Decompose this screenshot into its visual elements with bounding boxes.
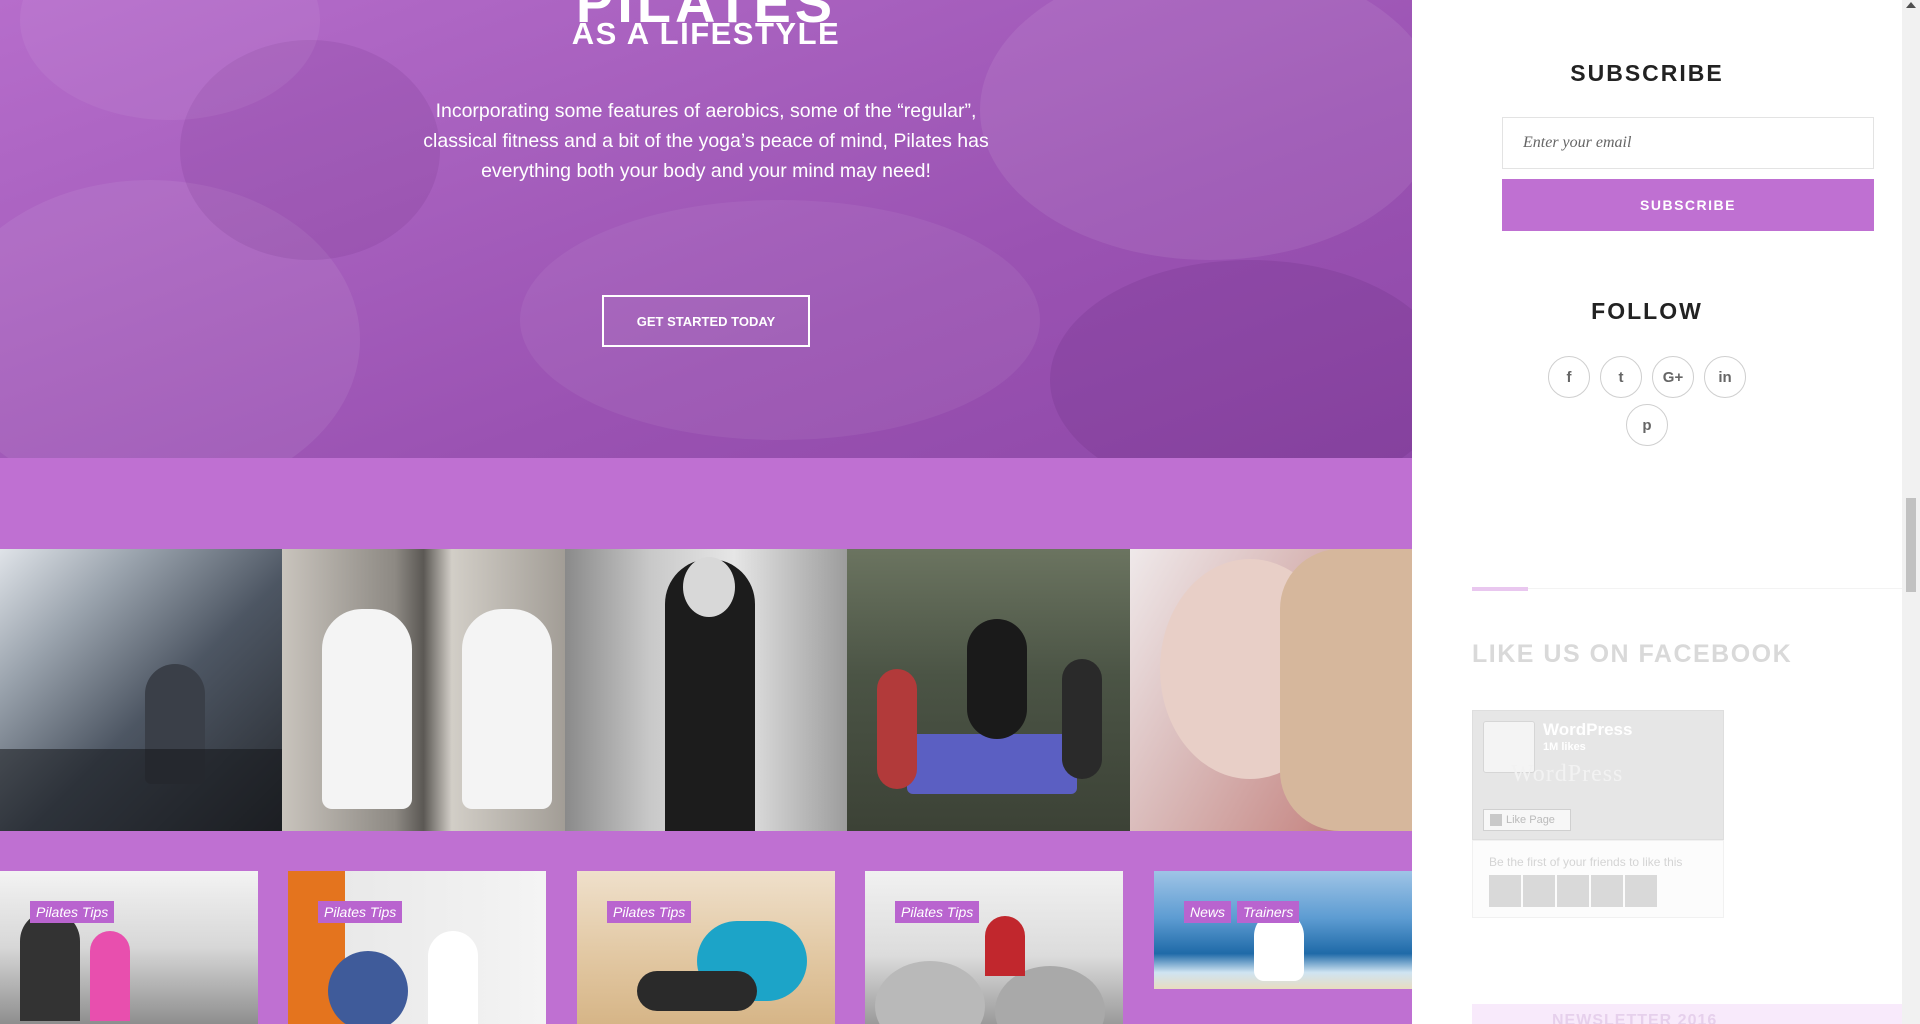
facebook-page-name[interactable]: WordPress (1543, 720, 1632, 740)
hero-background-shape (1050, 260, 1412, 458)
next-widget-title: NEWSLETTER 2016 (1552, 1012, 1718, 1024)
instagram-photo[interactable] (847, 549, 1130, 831)
vertical-scrollbar[interactable] (1902, 0, 1920, 1024)
instagram-photo[interactable] (282, 549, 565, 831)
post-categories: Pilates Tips (318, 901, 403, 923)
photo-figure (637, 971, 757, 1011)
photo-table (907, 734, 1078, 794)
photo-figure (967, 619, 1028, 739)
subscribe-button[interactable]: SUBSCRIBE (1502, 179, 1874, 231)
post-card[interactable]: Pilates Tips (0, 871, 258, 1024)
category-badge[interactable]: Pilates Tips (895, 901, 980, 923)
category-badge[interactable]: Pilates Tips (30, 901, 115, 923)
photo-ball (328, 951, 408, 1024)
category-badge[interactable]: Pilates Tips (607, 901, 692, 923)
facebook-friends-panel: Be the first of your friends to like thi… (1472, 840, 1724, 918)
social-links: f t G+ in (1412, 356, 1882, 398)
category-badge[interactable]: Trainers (1237, 901, 1300, 923)
recent-posts: Pilates Tips Pilates Tips Pilates Tips P… (0, 871, 1412, 1024)
photo-figure (20, 911, 80, 1021)
pinterest-icon[interactable]: p (1626, 404, 1668, 446)
photo-figure (322, 609, 413, 809)
facebook-icon (1490, 814, 1502, 826)
category-badge[interactable]: Pilates Tips (318, 901, 403, 923)
facebook-friends-text: Be the first of your friends to like thi… (1489, 855, 1683, 869)
photo-ball (875, 961, 985, 1024)
facebook-friend-avatars (1489, 875, 1657, 907)
hero-description: Incorporating some features of aerobics,… (423, 100, 989, 182)
photo-figure (462, 609, 553, 809)
photo-figure (90, 931, 130, 1021)
page: PILATES AS A LIFESTYLE Incorporating som… (0, 0, 1920, 1024)
instagram-photo[interactable] (1129, 549, 1412, 831)
google-plus-icon[interactable]: G+ (1652, 356, 1694, 398)
photo-figure (985, 916, 1025, 976)
facebook-like-button[interactable]: Like Page (1483, 809, 1571, 831)
linkedin-icon[interactable]: in (1704, 356, 1746, 398)
post-card[interactable]: News Trainers (1154, 871, 1412, 989)
post-categories: Pilates Tips (30, 901, 115, 923)
photo-floor (0, 749, 282, 831)
photo-face (682, 557, 735, 617)
instagram-photo[interactable] (0, 549, 283, 831)
avatar (1591, 875, 1623, 907)
avatar (1523, 875, 1555, 907)
subscribe-title: SUBSCRIBE (1570, 60, 1724, 86)
instagram-photo[interactable] (564, 549, 848, 831)
sidebar: SUBSCRIBE SUBSCRIBE FOLLOW f t G+ in p L… (1412, 0, 1902, 1024)
scroll-up-arrow-icon[interactable] (1906, 2, 1916, 8)
avatar (1557, 875, 1589, 907)
post-categories: Pilates Tips (607, 901, 692, 923)
social-links-row-2: p (1412, 404, 1882, 446)
facebook-widget-title: LIKE US ON FACEBOOK (1472, 640, 1793, 668)
photo-figure (428, 931, 478, 1024)
photo-figure (877, 669, 918, 789)
follow-title: FOLLOW (1591, 298, 1703, 324)
category-badge[interactable]: News (1184, 901, 1232, 923)
main-content: PILATES AS A LIFESTYLE Incorporating som… (0, 0, 1412, 1024)
facebook-page-plugin[interactable]: WordPress 1M likes WordPress Like Page (1472, 710, 1724, 840)
wordpress-wordmark: WordPress (1511, 761, 1624, 787)
post-card[interactable]: Pilates Tips (288, 871, 546, 1024)
post-card[interactable]: Pilates Tips (577, 871, 835, 1024)
post-categories: News Trainers (1184, 901, 1300, 923)
facebook-like-count: 1M likes (1543, 741, 1586, 753)
get-started-button[interactable]: GET STARTED TODAY (602, 295, 810, 347)
avatar (1625, 875, 1657, 907)
widget-accent-bar (1472, 587, 1528, 591)
hero-subtitle: AS A LIFESTYLE (571, 16, 841, 51)
facebook-like-label: Like Page (1506, 814, 1555, 826)
photo-figure (1062, 659, 1103, 779)
scrollbar-thumb[interactable] (1906, 498, 1916, 592)
hero-section: PILATES AS A LIFESTYLE Incorporating som… (0, 0, 1412, 458)
post-categories: Pilates Tips (895, 901, 980, 923)
widget-divider (1528, 588, 1902, 589)
photo-hair (1279, 549, 1412, 831)
instagram-feed (0, 549, 1412, 831)
email-field[interactable] (1502, 117, 1874, 169)
post-card[interactable]: Pilates Tips (865, 871, 1123, 1024)
avatar (1489, 875, 1521, 907)
facebook-icon[interactable]: f (1548, 356, 1590, 398)
twitter-icon[interactable]: t (1600, 356, 1642, 398)
